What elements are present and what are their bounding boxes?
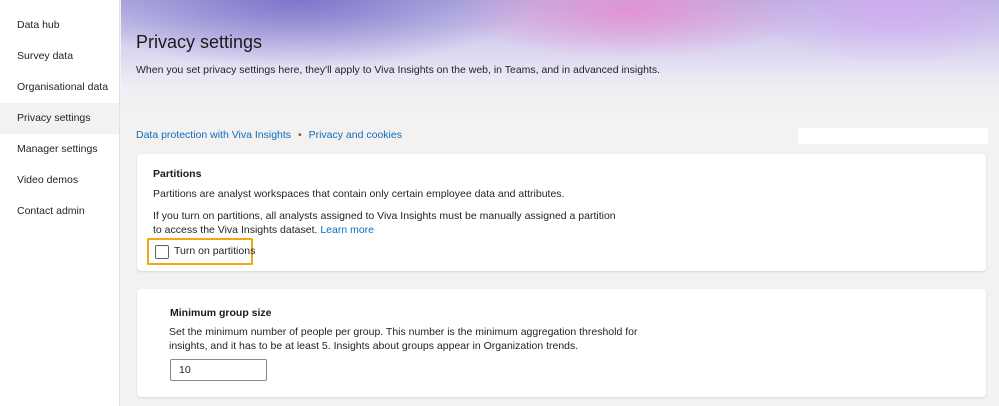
data-protection-link[interactable]: Data protection with Viva Insights [136,129,291,141]
sidebar-item-contact-admin[interactable]: Contact admin [0,196,119,227]
search-input[interactable] [798,128,988,144]
partitions-card: Partitions Partitions are analyst worksp… [137,154,986,271]
page-description: When you set privacy settings here, they… [136,64,660,76]
sidebar-item-organisational-data[interactable]: Organisational data [0,72,119,103]
link-separator: • [297,129,302,141]
checkbox-box[interactable] [155,245,169,259]
minimum-group-size-card: Minimum group size Set the minimum numbe… [137,289,986,397]
turn-on-partitions-checkbox[interactable]: Turn on partitions [147,238,256,265]
sidebar-item-privacy-settings[interactable]: Privacy settings [0,103,119,134]
learn-more-link[interactable]: Learn more [320,224,374,236]
minimum-group-size-title: Minimum group size [170,307,272,319]
info-links: Data protection with Viva Insights • Pri… [136,129,402,141]
partitions-description: Partitions are analyst workspaces that c… [153,188,565,200]
partitions-warning: If you turn on partitions, all analysts … [153,209,623,237]
partitions-title: Partitions [153,168,202,180]
sidebar-item-manager-settings[interactable]: Manager settings [0,134,119,165]
sidebar-item-data-hub[interactable]: Data hub [0,10,119,41]
privacy-cookies-link[interactable]: Privacy and cookies [309,129,402,141]
minimum-group-size-description: Set the minimum number of people per gro… [169,326,638,352]
sidebar-item-survey-data[interactable]: Survey data [0,41,119,72]
sidebar: Data hub Survey data Organisational data… [0,0,120,406]
minimum-group-size-input[interactable] [170,359,267,381]
main-content: Privacy settings When you set privacy se… [121,0,999,406]
partitions-warning-text: If you turn on partitions, all analysts … [153,210,616,236]
page-title: Privacy settings [136,32,263,52]
sidebar-item-video-demos[interactable]: Video demos [0,165,119,196]
checkbox-label: Turn on partitions [174,245,256,257]
